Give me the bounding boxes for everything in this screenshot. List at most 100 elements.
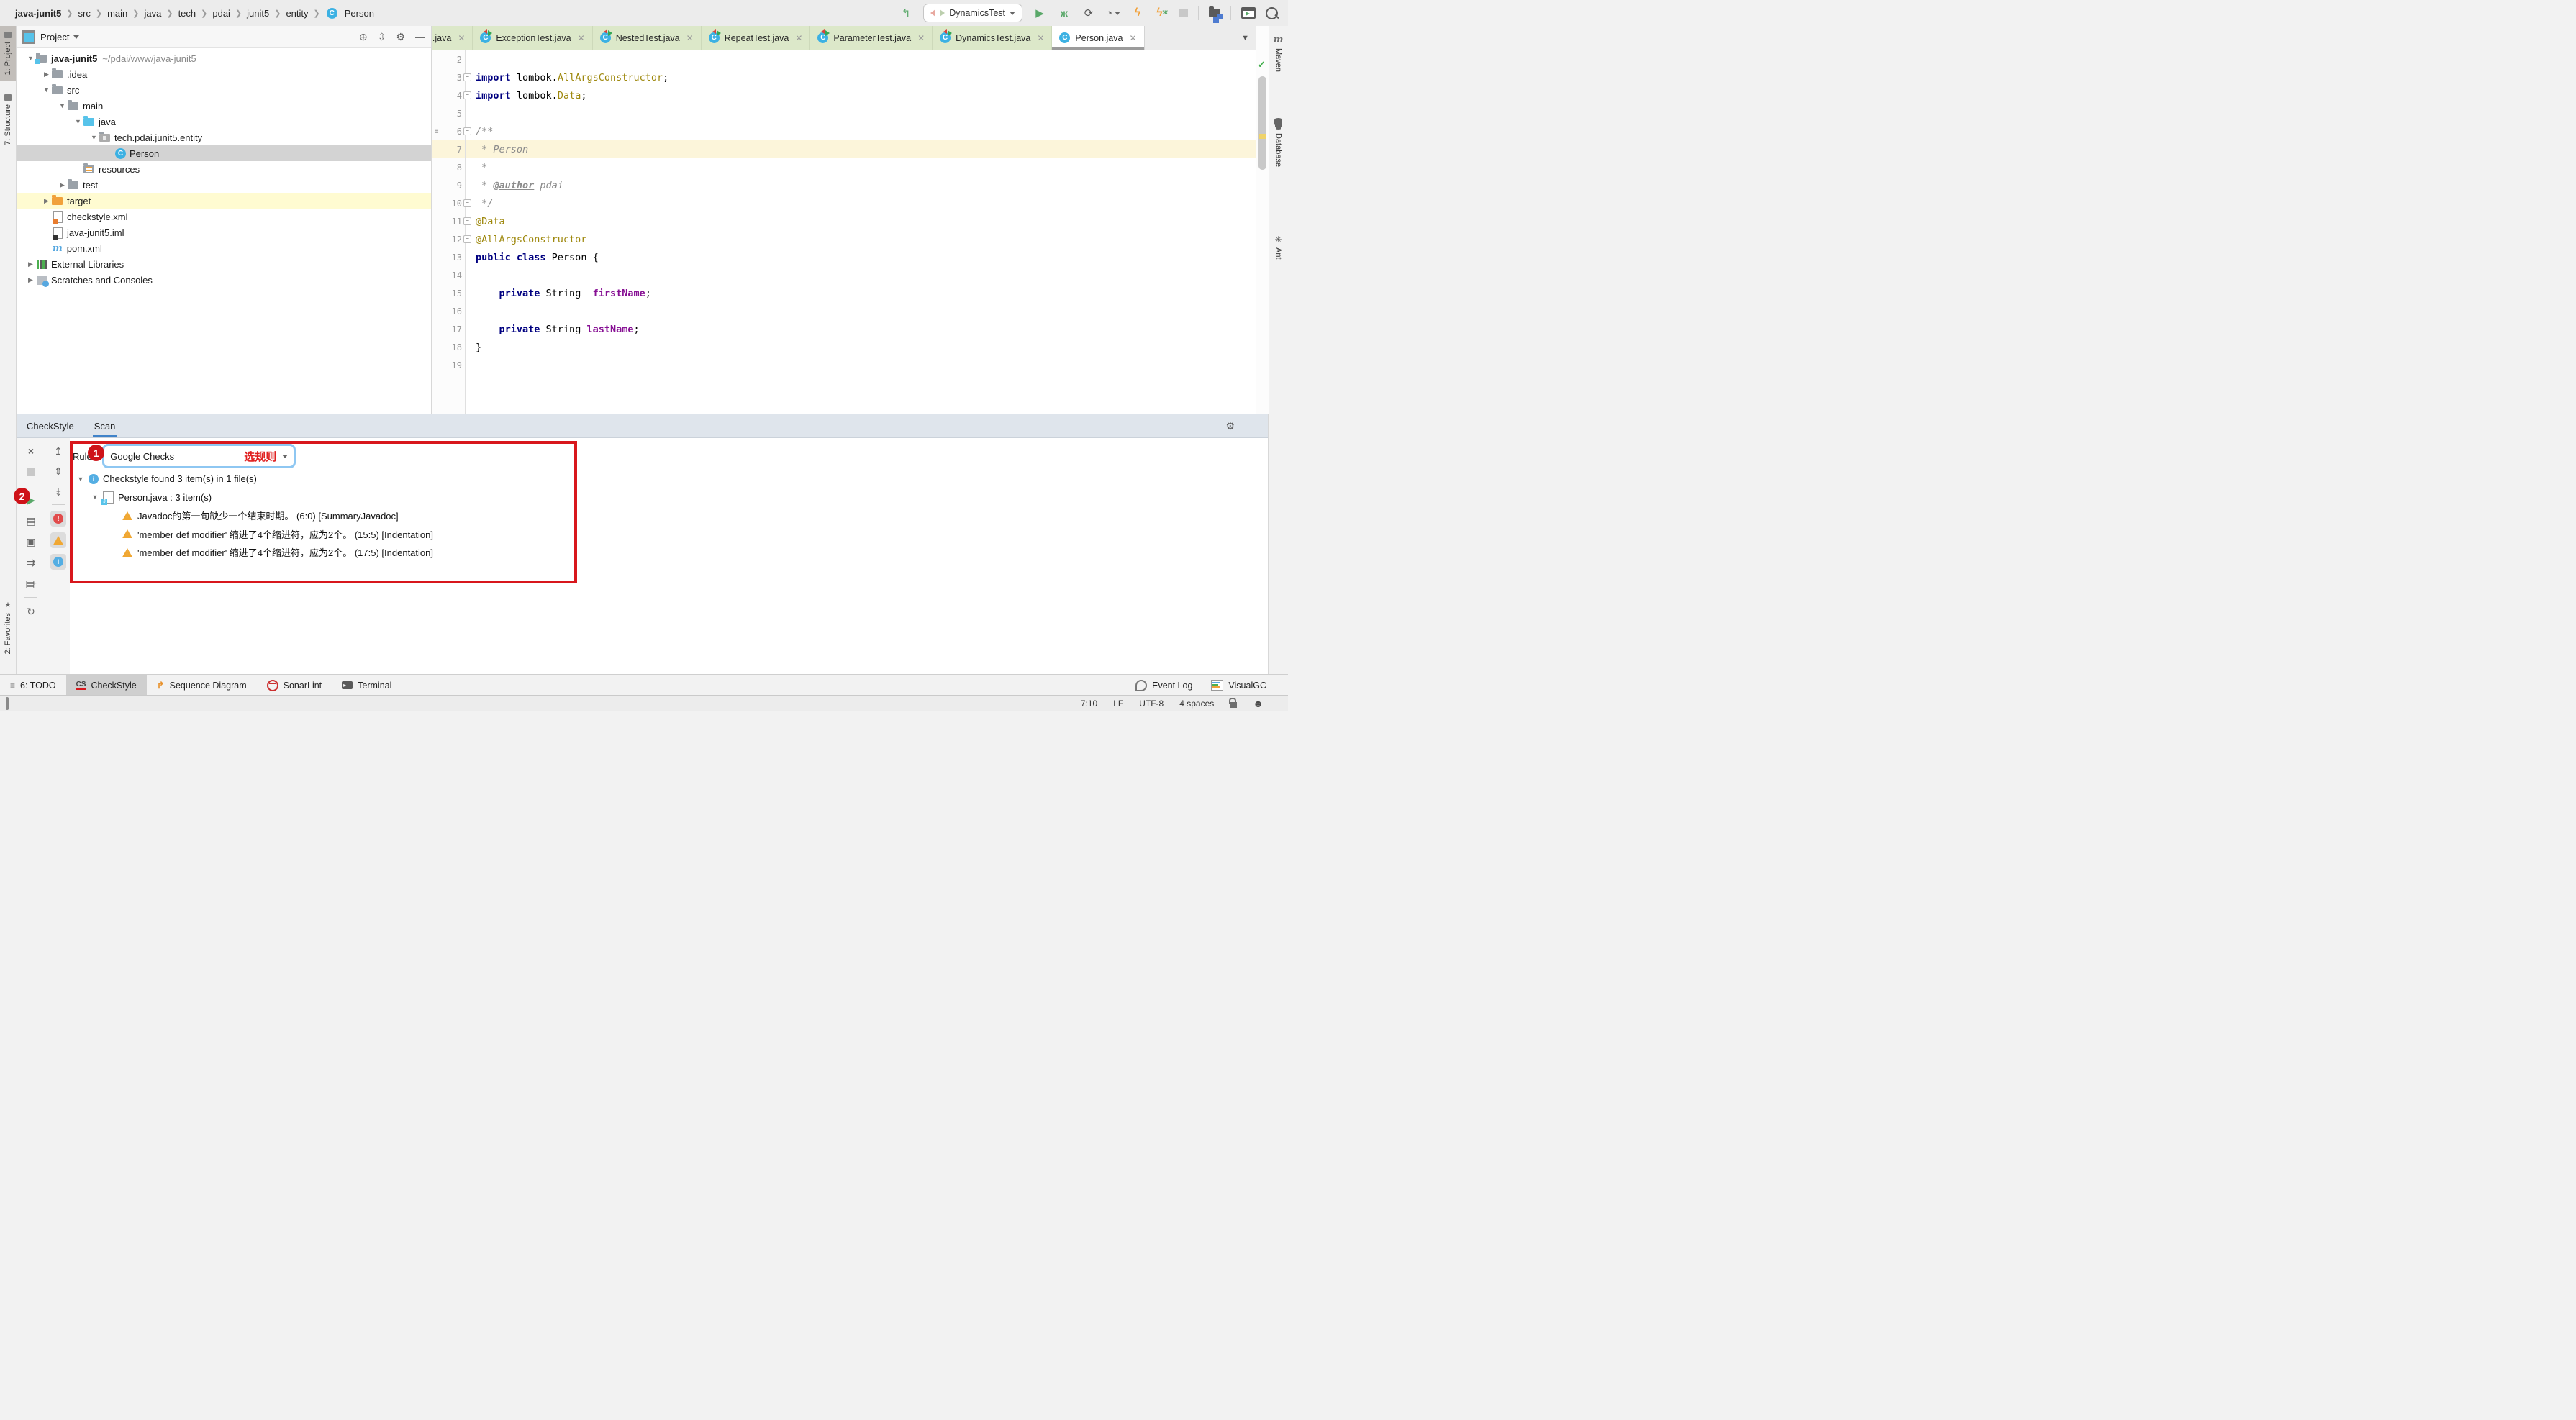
inspections-profile-icon[interactable]: ☻: [1253, 698, 1264, 709]
breadcrumb-item[interactable]: src: [76, 8, 93, 19]
close-icon[interactable]: ✕: [686, 33, 694, 43]
close-icon[interactable]: ✕: [458, 33, 465, 43]
tab-scan[interactable]: Scan: [84, 414, 126, 437]
tree-collapsed-icon[interactable]: ▶: [42, 70, 50, 78]
tree-item-src[interactable]: ▼ src: [17, 82, 431, 98]
breadcrumb-item[interactable]: main: [105, 8, 130, 19]
close-icon[interactable]: ✕: [1129, 33, 1136, 43]
tree-item-tech-pdai-junit5-entity[interactable]: ▼ tech.pdai.junit5.entity: [17, 129, 431, 145]
toolwindow-button-checkstyle[interactable]: CS CheckStyle: [65, 675, 147, 696]
tree-item-main[interactable]: ▼ main: [17, 98, 431, 114]
check-all-files-icon[interactable]: ▣: [24, 534, 38, 549]
toolwindow-toggle[interactable]: [0, 696, 9, 710]
result-row-1[interactable]: ▼ i Checkstyle found 3 item(s) in 1 file(s…: [70, 470, 433, 488]
rules-select[interactable]: Google Checks 选规则: [102, 444, 296, 468]
filter-errors-button[interactable]: !: [50, 511, 66, 527]
run-immediately-icon[interactable]: ϟ: [1130, 6, 1145, 20]
tree-expanded-icon[interactable]: ▼: [58, 102, 66, 109]
fold-marker-icon[interactable]: −: [463, 199, 471, 207]
refresh-icon[interactable]: ↻: [24, 604, 38, 619]
filter-info-button[interactable]: i: [50, 554, 66, 570]
tree-item-external-libraries[interactable]: ▶ External Libraries: [17, 256, 431, 272]
sidebar-item-ant[interactable]: ✳ Ant: [1269, 235, 1288, 260]
sidebar-item-project[interactable]: 1: Project: [0, 26, 16, 81]
tree-collapsed-icon[interactable]: ▶: [58, 181, 66, 189]
toolwindow-button-sonarlint[interactable]: SonarLint: [257, 675, 332, 696]
tree-expanded-icon[interactable]: ▼: [77, 475, 84, 483]
filter-warnings-button[interactable]: [50, 532, 66, 548]
tab-list-chevron-icon[interactable]: ▼: [1241, 34, 1256, 42]
export-icon[interactable]: ↥: [51, 444, 65, 458]
editor-tab-exceptiontest-java[interactable]: C ExceptionTest.java ✕: [473, 26, 593, 50]
result-row-4[interactable]: 'member def modifier' 缩进了4个缩进符，应为2个。 (15…: [70, 525, 433, 544]
debug-button[interactable]: ж: [1057, 6, 1071, 20]
editor-scrollbar[interactable]: ✓: [1256, 26, 1269, 414]
tree-item-test[interactable]: ▶ test: [17, 177, 431, 193]
sidebar-item-structure[interactable]: 7: Structure: [0, 94, 16, 145]
align-gutter-icon[interactable]: ≣: [435, 128, 439, 135]
tree-item-pom-xml[interactable]: m pom.xml: [17, 240, 431, 256]
sidebar-item-maven[interactable]: m Maven: [1269, 35, 1288, 72]
toolwindow-button-visualgc[interactable]: VisualGC: [1211, 680, 1266, 691]
tree-expanded-icon[interactable]: ▼: [42, 86, 50, 94]
check-modified-files-icon[interactable]: ▤: [24, 514, 38, 528]
toolwindow-button-event-log[interactable]: Event Log: [1135, 679, 1192, 691]
add-rule-file-icon[interactable]: ▤ +: [24, 576, 38, 591]
gear-icon[interactable]: ⚙: [1225, 420, 1235, 432]
result-row-3[interactable]: Javadoc的第一句缺少一个结束时期。 (6:0) [SummaryJavad…: [70, 506, 433, 525]
locate-file-icon[interactable]: ⊕: [359, 31, 368, 43]
breadcrumb-item[interactable]: junit5: [245, 8, 271, 19]
breadcrumb-item[interactable]: java: [142, 8, 163, 19]
expand-all-icon[interactable]: ⇕: [51, 464, 65, 478]
editor-tab-parametertest-java[interactable]: C ParameterTest.java ✕: [810, 26, 933, 50]
gear-icon[interactable]: ⚙: [396, 31, 405, 43]
fold-marker-icon[interactable]: −: [463, 127, 471, 135]
result-row-5[interactable]: 'member def modifier' 缩进了4个缩进符，应为2个。 (17…: [70, 543, 433, 562]
project-view-title[interactable]: Project: [40, 32, 69, 42]
search-everywhere-icon[interactable]: [1266, 6, 1278, 19]
sidebar-item-database[interactable]: Database: [1269, 118, 1288, 167]
editor-tab-dynamicstest-java[interactable]: C DynamicsTest.java ✕: [933, 26, 1053, 50]
toolwindow-button-6--todo[interactable]: ≡ 6: TODO: [0, 675, 66, 696]
fold-marker-icon[interactable]: −: [463, 217, 471, 225]
tree-item-person[interactable]: C Person: [17, 145, 431, 161]
line-ending[interactable]: LF: [1113, 698, 1123, 709]
tree-collapsed-icon[interactable]: ▶: [27, 260, 35, 268]
tree-item-checkstyle-xml[interactable]: checkstyle.xml: [17, 209, 431, 224]
tree-expanded-icon[interactable]: ▼: [74, 118, 82, 125]
captures-icon[interactable]: [1209, 6, 1223, 19]
close-icon[interactable]: ✕: [795, 33, 802, 43]
fold-marker-icon[interactable]: −: [463, 235, 471, 243]
breadcrumb-item[interactable]: C Person: [323, 7, 376, 19]
close-icon[interactable]: ✕: [578, 33, 585, 43]
caret-position[interactable]: 7:10: [1081, 698, 1097, 709]
profiler-button[interactable]: ◔: [1106, 6, 1121, 20]
editor-tab-test-java[interactable]: Test.java ✕: [432, 26, 473, 50]
close-icon[interactable]: ✕: [917, 33, 925, 43]
fold-marker-icon[interactable]: −: [463, 73, 471, 81]
tree-expanded-icon[interactable]: ▼: [91, 493, 99, 501]
code-editor[interactable]: 2 3−4−5 6 ≣ −7 8 9 10−11−12−13 14 15 16 17 18 19 impo…: [432, 50, 1256, 415]
tree-item-resources[interactable]: resources: [17, 161, 431, 177]
run-configuration-select[interactable]: DynamicsTest: [923, 4, 1022, 22]
toolwindow-button-terminal[interactable]: ▸ Terminal: [332, 675, 402, 696]
editor-tab-nestedtest-java[interactable]: C NestedTest.java ✕: [592, 26, 702, 50]
close-icon[interactable]: ✕: [1037, 33, 1044, 43]
run-button[interactable]: ▶: [1033, 6, 1047, 20]
breadcrumb-item[interactable]: pdai: [210, 8, 232, 19]
tree-collapsed-icon[interactable]: ▶: [42, 197, 50, 205]
tree-collapsed-icon[interactable]: ▶: [27, 276, 35, 284]
tree-item-scratches-and-consoles[interactable]: ▶ Scratches and Consoles: [17, 272, 431, 288]
tree-expanded-icon[interactable]: ▼: [90, 134, 98, 141]
debug-immediately-icon[interactable]: ϟж: [1155, 6, 1169, 20]
tree-item-target[interactable]: ▶ target: [17, 193, 431, 209]
tree-item-java-junit5[interactable]: ▼ java-junit5 ~/pdai/www/java-junit5: [17, 50, 431, 66]
hide-panel-icon[interactable]: —: [415, 31, 425, 42]
breadcrumb-item[interactable]: tech: [176, 8, 199, 19]
navigate-back-icon[interactable]: ↰: [899, 6, 913, 20]
tab-checkstyle[interactable]: CheckStyle: [17, 414, 84, 437]
breadcrumb-item[interactable]: entity: [284, 8, 310, 19]
coverage-button[interactable]: ⟳: [1081, 6, 1096, 20]
toolwindow-button-sequence-diagram[interactable]: ↱ Sequence Diagram: [147, 675, 257, 696]
editor-tab-person-java[interactable]: C Person.java ✕: [1052, 26, 1145, 50]
